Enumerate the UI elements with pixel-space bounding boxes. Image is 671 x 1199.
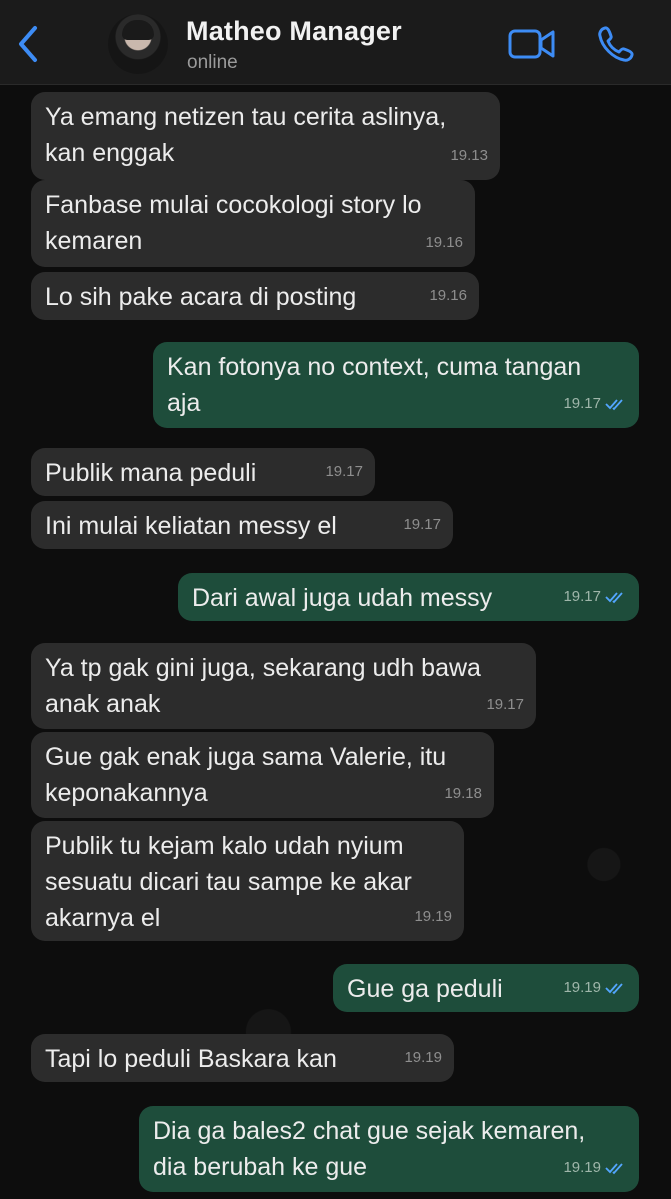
message-bubble-incoming[interactable]: Fanbase mulai cocokologi story lo kemare… bbox=[31, 180, 475, 267]
message-bubble-incoming[interactable]: Ini mulai keliatan messy el 19.17 bbox=[31, 501, 453, 549]
message-bubble-outgoing[interactable]: Gue ga peduli 19.19 bbox=[333, 964, 639, 1012]
message-text: Ya emang netizen tau cerita aslinya, kan… bbox=[45, 103, 447, 167]
message-time: 19.19 bbox=[414, 908, 452, 925]
message-text: Gue gak enak juga sama Valerie, itu kepo… bbox=[45, 743, 447, 807]
message-time: 19.19 bbox=[404, 1049, 442, 1066]
double-check-read-icon bbox=[605, 983, 623, 995]
contact-avatar[interactable] bbox=[108, 14, 168, 74]
message-text: Dari awal juga udah messy bbox=[192, 584, 493, 612]
message-time: 19.17 bbox=[563, 395, 601, 412]
voice-call-button[interactable] bbox=[596, 24, 636, 64]
message-bubble-incoming[interactable]: Publik mana peduli 19.17 bbox=[31, 448, 375, 496]
message-bubble-outgoing[interactable]: Kan fotonya no context, cuma tangan aja … bbox=[153, 342, 639, 428]
message-bubble-incoming[interactable]: Publik tu kejam kalo udah nyium sesuatu … bbox=[31, 821, 464, 941]
message-bubble-incoming[interactable]: Lo sih pake acara di posting 19.16 bbox=[31, 272, 479, 320]
message-text: Tapi lo peduli Baskara kan bbox=[45, 1045, 337, 1073]
message-text: Publik tu kejam kalo udah nyium sesuatu … bbox=[45, 832, 412, 932]
back-button[interactable] bbox=[12, 22, 44, 66]
message-bubble-incoming[interactable]: Ya tp gak gini juga, sekarang udh bawa a… bbox=[31, 643, 536, 729]
message-bubble-incoming[interactable]: Gue gak enak juga sama Valerie, itu kepo… bbox=[31, 732, 494, 818]
message-bubble-outgoing[interactable]: Dari awal juga udah messy 19.17 bbox=[178, 573, 639, 621]
double-check-read-icon bbox=[605, 1163, 623, 1175]
video-camera-icon bbox=[508, 29, 555, 59]
message-bubble-outgoing[interactable]: Dia ga bales2 chat gue sejak kemaren, di… bbox=[139, 1106, 639, 1192]
message-time: 19.19 bbox=[563, 979, 601, 996]
video-call-button[interactable] bbox=[508, 26, 556, 62]
message-time: 19.17 bbox=[403, 516, 441, 533]
contact-status: online bbox=[187, 52, 238, 73]
message-text: Ya tp gak gini juga, sekarang udh bawa a… bbox=[45, 654, 481, 718]
contact-name[interactable]: Matheo Manager bbox=[186, 16, 402, 47]
message-bubble-incoming[interactable]: Tapi lo peduli Baskara kan 19.19 bbox=[31, 1034, 454, 1082]
message-time: 19.13 bbox=[450, 147, 488, 164]
message-text: Kan fotonya no context, cuma tangan aja bbox=[167, 353, 582, 417]
chevron-left-icon bbox=[19, 26, 37, 62]
message-text: Ini mulai keliatan messy el bbox=[45, 512, 337, 540]
double-check-read-icon bbox=[605, 399, 623, 411]
message-text: Fanbase mulai cocokologi story lo kemare… bbox=[45, 191, 422, 255]
chat-header: Matheo Manager online bbox=[0, 0, 671, 85]
message-bubble-incoming[interactable]: Ya emang netizen tau cerita aslinya, kan… bbox=[31, 92, 500, 180]
message-time: 19.16 bbox=[425, 234, 463, 251]
message-time: 19.19 bbox=[563, 1159, 601, 1176]
message-text: Publik mana peduli bbox=[45, 459, 257, 487]
message-time: 19.18 bbox=[444, 785, 482, 802]
message-time: 19.17 bbox=[486, 696, 524, 713]
message-time: 19.16 bbox=[429, 287, 467, 304]
message-time: 19.17 bbox=[325, 463, 363, 480]
double-check-read-icon bbox=[605, 592, 623, 604]
message-text: Dia ga bales2 chat gue sejak kemaren, di… bbox=[153, 1117, 586, 1181]
message-time: 19.17 bbox=[563, 588, 601, 605]
phone-icon bbox=[598, 26, 634, 62]
message-text: Lo sih pake acara di posting bbox=[45, 283, 357, 311]
message-list[interactable]: Ya emang netizen tau cerita aslinya, kan… bbox=[0, 84, 671, 1199]
